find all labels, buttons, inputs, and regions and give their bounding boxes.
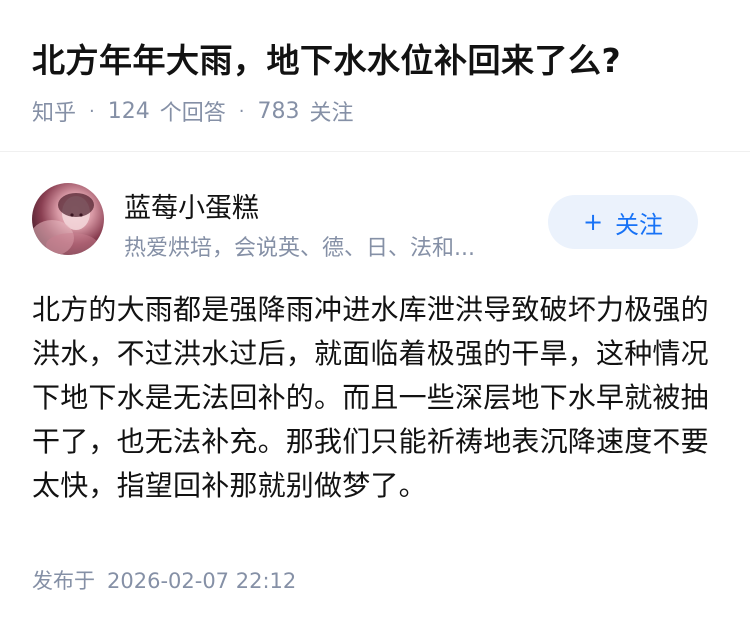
author-bio: 热爱烘培，会说英、德、日、法和... [124,236,475,261]
separator-dot: · [89,100,95,122]
plus-icon: + [582,208,604,236]
question-title[interactable]: 北方年年大雨，地下水水位补回来了么? [32,34,621,82]
publish-info: 发布于 2026-02-07 22:12 [32,565,296,595]
answer-count: 124 [107,98,150,124]
follow-button-label: 关注 [615,210,664,239]
answer-count-label[interactable]: 个回答 [160,95,226,127]
answer-content: 北方的大雨都是强降雨冲进水库泄洪导致破坏力极强的洪水，不过洪水过后，就面临着极强… [32,293,709,502]
header-divider [0,151,750,152]
follow-button[interactable]: + 关注 [548,195,698,249]
question-meta: 知乎 · 124 个回答 · 783 关注 [32,95,354,127]
publish-timestamp: 2026-02-07 22:12 [107,569,297,593]
follower-count-label: 关注 [309,101,354,126]
avatar[interactable] [32,183,104,255]
author-name[interactable]: 蓝莓小蛋糕 [124,186,259,225]
source-label[interactable]: 知乎 [32,95,76,127]
separator-dot: · [238,100,245,122]
question-header: 北方年年大雨，地下水水位补回来了么? 知乎 · 124 个回答 · 783 关注 [0,0,750,150]
avatar-image-icon [32,193,98,255]
follower-count: 783 [257,98,300,124]
publish-label: 发布于 [32,569,95,593]
